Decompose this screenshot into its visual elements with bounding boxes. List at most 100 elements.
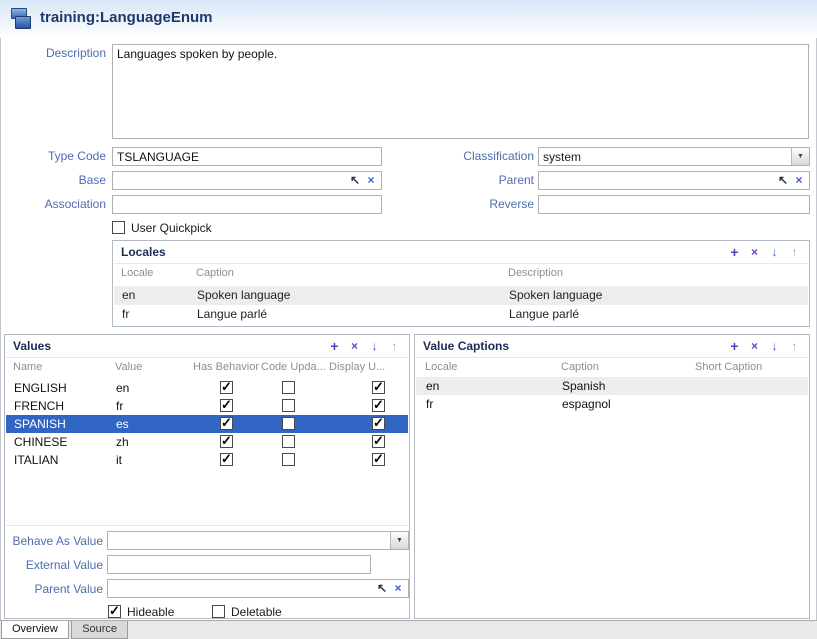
- move-down-icon[interactable]: ↓: [768, 338, 781, 354]
- table-row[interactable]: en Spanish: [416, 377, 808, 395]
- classification-value: system: [543, 150, 581, 164]
- remove-icon[interactable]: ×: [748, 244, 761, 260]
- value-captions-title-separator: [416, 357, 808, 358]
- values-detail-separator: [6, 525, 408, 526]
- remove-icon[interactable]: ×: [748, 338, 761, 354]
- value-code-cell: en: [116, 379, 129, 397]
- values-col-display-update: Display U...: [329, 361, 385, 373]
- reverse-input[interactable]: [538, 195, 810, 214]
- remove-icon[interactable]: ×: [348, 338, 361, 354]
- add-icon[interactable]: +: [328, 338, 341, 354]
- display-update-checkbox[interactable]: [372, 381, 385, 394]
- type-code-input[interactable]: [112, 147, 382, 166]
- classification-select[interactable]: system ▼: [538, 147, 810, 166]
- description-cell: Langue parlé: [509, 305, 579, 324]
- parent-field[interactable]: ↖ ×: [538, 171, 810, 190]
- values-col-name: Name: [13, 361, 42, 373]
- value-name-cell: ITALIAN: [14, 451, 58, 469]
- add-icon[interactable]: +: [728, 338, 741, 354]
- tab-source-label: Source: [82, 623, 117, 635]
- hideable-checkbox[interactable]: [108, 605, 121, 618]
- tab-overview[interactable]: Overview: [1, 621, 69, 639]
- display-update-checkbox[interactable]: [372, 417, 385, 430]
- table-row[interactable]: SPANISH es: [6, 415, 408, 433]
- values-toolbar: + × ↓ ↑: [328, 338, 401, 354]
- code-update-checkbox[interactable]: [282, 453, 295, 466]
- base-input[interactable]: [115, 172, 347, 191]
- values-title: Values: [13, 339, 51, 353]
- table-row[interactable]: en Spoken language Spoken language: [114, 286, 808, 305]
- pick-arrow-icon[interactable]: ↖: [375, 580, 389, 597]
- parent-label: Parent: [412, 171, 534, 190]
- behave-as-value-select[interactable]: ▼: [107, 531, 409, 550]
- parent-value-field[interactable]: ↖ ×: [107, 579, 409, 598]
- add-icon[interactable]: +: [728, 244, 741, 260]
- has-behavior-checkbox[interactable]: [220, 399, 233, 412]
- locales-toolbar: + × ↓ ↑: [728, 244, 801, 260]
- pick-arrow-icon[interactable]: ↖: [348, 172, 362, 189]
- has-behavior-checkbox[interactable]: [220, 435, 233, 448]
- clear-icon[interactable]: ×: [792, 172, 806, 189]
- value-name-cell: SPANISH: [14, 415, 66, 433]
- caption-text-cell: espagnol: [562, 395, 611, 413]
- association-input[interactable]: [112, 195, 382, 214]
- base-field[interactable]: ↖ ×: [112, 171, 382, 190]
- locales-col-locale: Locale: [121, 267, 153, 279]
- parent-input[interactable]: [541, 172, 775, 191]
- caption-cell: Spoken language: [197, 286, 290, 305]
- table-row[interactable]: FRENCH fr: [6, 397, 408, 415]
- value-name-cell: CHINESE: [14, 433, 67, 451]
- table-row[interactable]: CHINESE zh: [6, 433, 408, 451]
- caption-cell: Langue parlé: [197, 305, 267, 324]
- chevron-down-icon[interactable]: ▼: [390, 532, 408, 549]
- parent-value-label: Parent Value: [5, 580, 103, 599]
- description-label: Description: [0, 44, 106, 63]
- pick-arrow-icon[interactable]: ↖: [776, 172, 790, 189]
- move-up-icon[interactable]: ↑: [788, 244, 801, 260]
- chevron-down-icon[interactable]: ▼: [791, 148, 809, 165]
- value-name-cell: ENGLISH: [14, 379, 67, 397]
- code-update-checkbox[interactable]: [282, 435, 295, 448]
- code-update-checkbox[interactable]: [282, 417, 295, 430]
- locales-title: Locales: [121, 245, 166, 259]
- has-behavior-checkbox[interactable]: [220, 381, 233, 394]
- external-value-input[interactable]: [107, 555, 371, 574]
- display-update-checkbox[interactable]: [372, 399, 385, 412]
- description-input[interactable]: Languages spoken by people.: [112, 44, 809, 139]
- classification-label: Classification: [412, 147, 534, 166]
- tab-source[interactable]: Source: [71, 621, 128, 639]
- deletable-checkbox[interactable]: [212, 605, 225, 618]
- user-quickpick-checkbox[interactable]: [112, 221, 125, 234]
- header: training:LanguageEnum: [0, 0, 817, 38]
- table-row[interactable]: fr Langue parlé Langue parlé: [114, 305, 808, 324]
- display-update-checkbox[interactable]: [372, 453, 385, 466]
- value-code-cell: es: [116, 415, 129, 433]
- locales-group: Locales + × ↓ ↑ Locale Caption Descripti…: [112, 240, 810, 327]
- clear-icon[interactable]: ×: [391, 580, 405, 597]
- move-down-icon[interactable]: ↓: [768, 244, 781, 260]
- caption-locale-cell: fr: [426, 395, 433, 413]
- table-row[interactable]: ENGLISH en: [6, 379, 408, 397]
- page-title: training:LanguageEnum: [40, 9, 213, 26]
- code-update-checkbox[interactable]: [282, 399, 295, 412]
- parent-value-input[interactable]: [110, 580, 374, 599]
- captions-col-short-caption: Short Caption: [695, 361, 762, 373]
- move-up-icon[interactable]: ↑: [788, 338, 801, 354]
- value-code-cell: it: [116, 451, 122, 469]
- values-col-value: Value: [115, 361, 142, 373]
- move-down-icon[interactable]: ↓: [368, 338, 381, 354]
- locales-col-description: Description: [508, 267, 563, 279]
- table-row[interactable]: fr espagnol: [416, 395, 808, 413]
- clear-icon[interactable]: ×: [364, 172, 378, 189]
- has-behavior-checkbox[interactable]: [220, 417, 233, 430]
- move-up-icon[interactable]: ↑: [388, 338, 401, 354]
- table-row[interactable]: ITALIAN it: [6, 451, 408, 469]
- value-captions-toolbar: + × ↓ ↑: [728, 338, 801, 354]
- display-update-checkbox[interactable]: [372, 435, 385, 448]
- value-captions-title: Value Captions: [423, 339, 509, 353]
- external-value-label: External Value: [5, 556, 103, 575]
- value-name-cell: FRENCH: [14, 397, 64, 415]
- code-update-checkbox[interactable]: [282, 381, 295, 394]
- has-behavior-checkbox[interactable]: [220, 453, 233, 466]
- locales-col-caption: Caption: [196, 267, 234, 279]
